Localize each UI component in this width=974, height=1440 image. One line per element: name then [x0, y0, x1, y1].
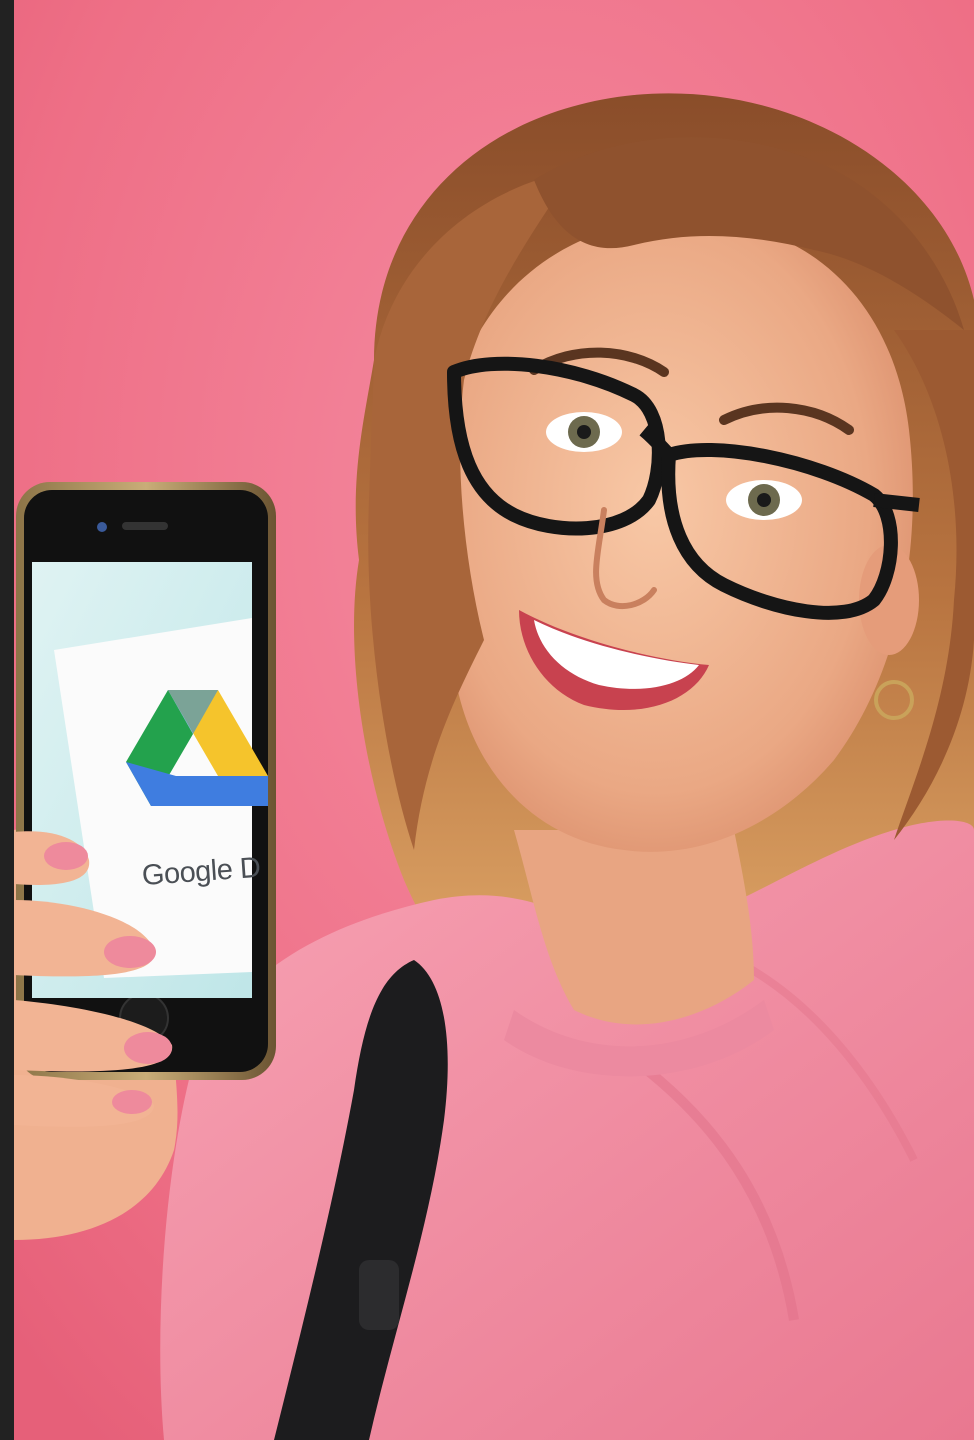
left-frame-bar — [0, 0, 14, 1440]
photo-illustration — [14, 0, 974, 1440]
photo-frame: Google Dr — [0, 0, 974, 1440]
strap-buckle — [359, 1260, 399, 1330]
photo: Google Dr — [14, 0, 974, 1440]
drive-logo-text: Google Dr — [140, 851, 262, 892]
